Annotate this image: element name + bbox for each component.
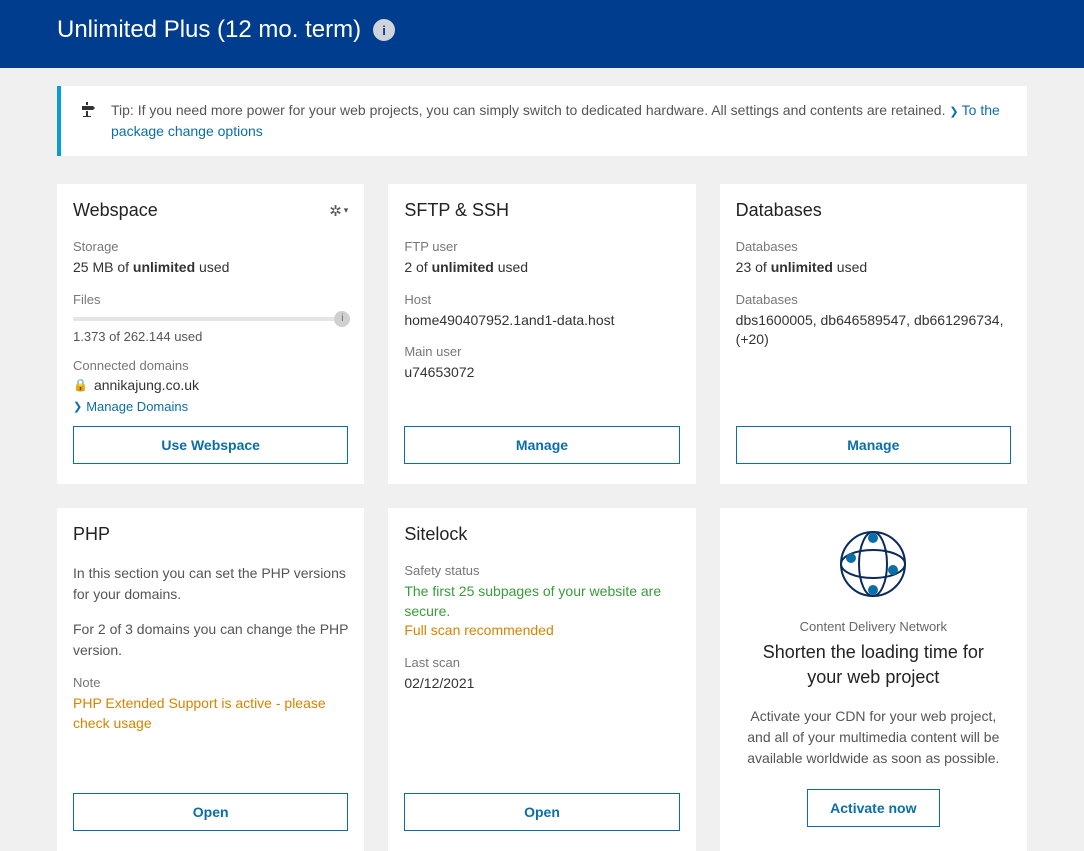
sitelock-open-button[interactable]: Open — [404, 793, 679, 831]
cdn-title: Shorten the loading time for your web pr… — [744, 640, 1003, 690]
header-bar: Unlimited Plus (12 mo. term) i — [0, 0, 1084, 68]
php-card: PHP In this section you can set the PHP … — [57, 508, 364, 851]
main-user-value: u74653072 — [404, 363, 679, 383]
cdn-card: Content Delivery Network Shorten the loa… — [720, 508, 1027, 851]
info-icon[interactable]: i — [373, 19, 395, 41]
databases-manage-button[interactable]: Manage — [736, 426, 1011, 464]
sftp-card: SFTP & SSH FTP user 2 of unlimited used … — [388, 184, 695, 484]
chevron-right-icon: ❯ — [949, 106, 961, 118]
last-scan-label: Last scan — [404, 655, 679, 670]
tip-banner: Tip: If you need more power for your web… — [57, 86, 1027, 156]
safety-status-green: The first 25 subpages of your website ar… — [404, 582, 679, 621]
domain-name: annikajung.co.uk — [94, 377, 199, 393]
php-desc-1: In this section you can set the PHP vers… — [73, 563, 348, 605]
tip-text: Tip: If you need more power for your web… — [111, 100, 1009, 142]
progress-info-icon[interactable]: i — [334, 311, 350, 327]
sitelock-title: Sitelock — [404, 524, 467, 545]
files-value: 1.373 of 262.144 used — [73, 329, 348, 344]
webspace-card: Webspace ✲ ▾ Storage 25 MB of unlimited … — [57, 184, 364, 484]
php-title: PHP — [73, 524, 110, 545]
databases-count-label: Databases — [736, 239, 1011, 254]
php-note-text: PHP Extended Support is active - please … — [73, 694, 348, 733]
php-note-label: Note — [73, 675, 348, 690]
databases-list-label: Databases — [736, 292, 1011, 307]
use-webspace-button[interactable]: Use Webspace — [73, 426, 348, 464]
lock-icon: 🔒 — [73, 378, 88, 392]
cdn-subtitle: Content Delivery Network — [800, 619, 947, 634]
cdn-activate-button[interactable]: Activate now — [807, 789, 939, 827]
connected-domains-label: Connected domains — [73, 358, 348, 373]
php-desc-2: For 2 of 3 domains you can change the PH… — [73, 619, 348, 661]
databases-title: Databases — [736, 200, 822, 221]
network-icon — [837, 528, 909, 603]
sftp-manage-button[interactable]: Manage — [404, 426, 679, 464]
manage-domains-link[interactable]: ❯ Manage Domains — [73, 399, 348, 414]
databases-count-value: 23 of unlimited used — [736, 258, 1011, 278]
host-label: Host — [404, 292, 679, 307]
cdn-desc: Activate your CDN for your web project, … — [744, 706, 1003, 769]
host-value: home490407952.1and1-data.host — [404, 311, 679, 331]
files-label: Files — [73, 292, 348, 307]
domain-row: 🔒 annikajung.co.uk — [73, 377, 348, 393]
page-title: Unlimited Plus (12 mo. term) — [57, 16, 361, 44]
storage-value: 25 MB of unlimited used — [73, 258, 348, 278]
php-open-button[interactable]: Open — [73, 793, 348, 831]
databases-card: Databases Databases 23 of unlimited used… — [720, 184, 1027, 484]
last-scan-value: 02/12/2021 — [404, 674, 679, 694]
ftp-user-value: 2 of unlimited used — [404, 258, 679, 278]
storage-label: Storage — [73, 239, 348, 254]
safety-status-orange: Full scan recommended — [404, 621, 679, 641]
safety-status-label: Safety status — [404, 563, 679, 578]
main-user-label: Main user — [404, 344, 679, 359]
sitelock-card: Sitelock Safety status The first 25 subp… — [388, 508, 695, 851]
databases-list-value: dbs1600005, db646589547, db661296734, (+… — [736, 311, 1011, 350]
webspace-title: Webspace — [73, 200, 158, 221]
signpost-icon — [79, 101, 95, 122]
ftp-user-label: FTP user — [404, 239, 679, 254]
tip-message: Tip: If you need more power for your web… — [111, 102, 945, 118]
chevron-right-icon: ❯ — [73, 400, 82, 413]
sftp-title: SFTP & SSH — [404, 200, 509, 221]
gear-icon[interactable]: ✲ ▾ — [329, 202, 348, 220]
files-progress: i — [73, 317, 348, 321]
